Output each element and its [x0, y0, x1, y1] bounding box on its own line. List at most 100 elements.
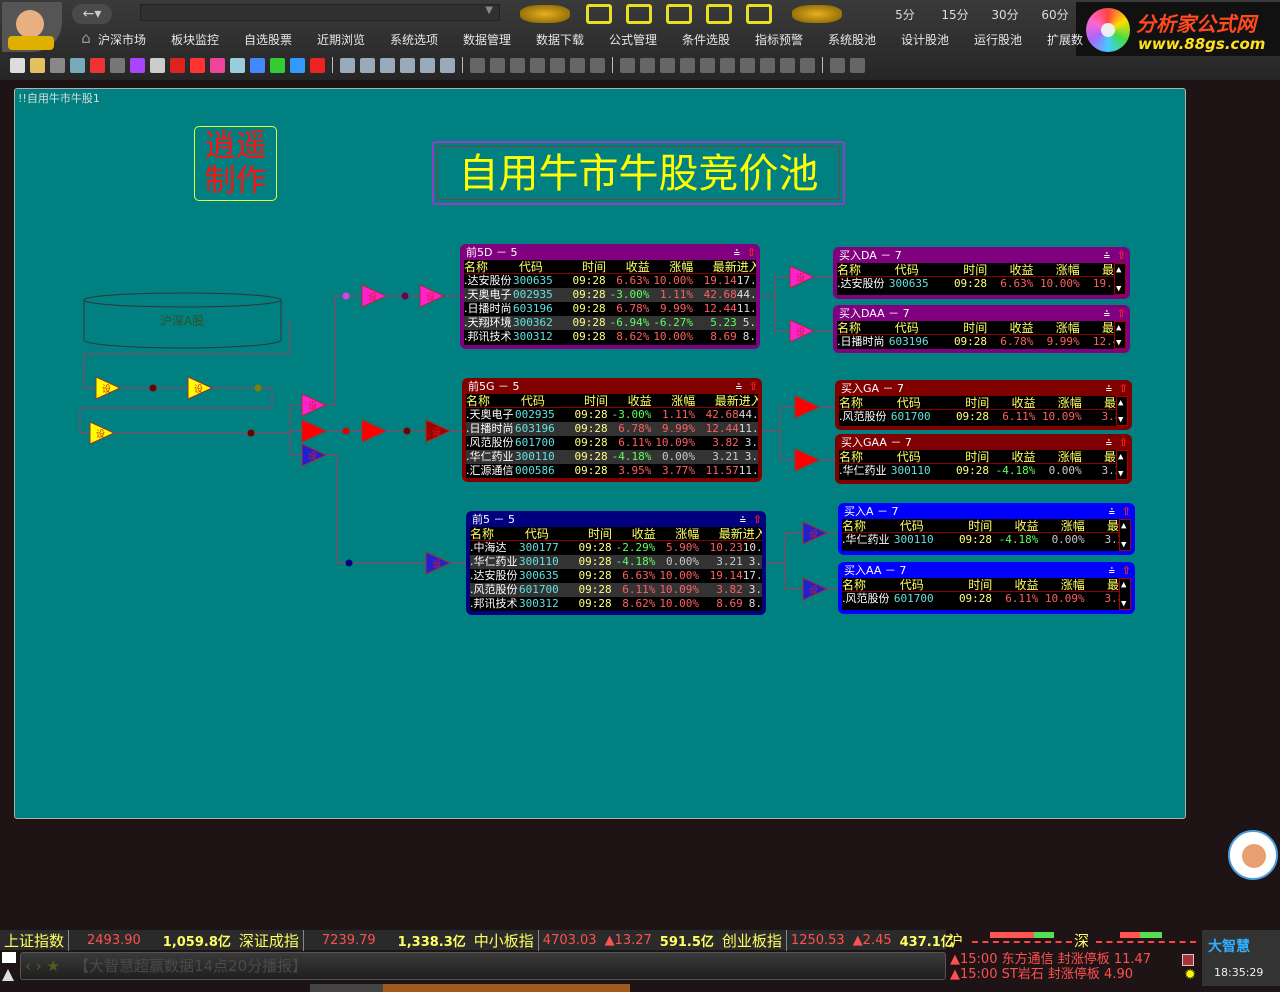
- table-row[interactable]: .风范股份 601700 09:28 6.11% 10.09% 3.82 3.: [466, 436, 758, 450]
- column-header[interactable]: 涨幅: [1036, 450, 1082, 464]
- filter-icon[interactable]: ⩮: [1106, 436, 1112, 450]
- stock-panel[interactable]: 买入GA － 7 ⩮ ⇧名称代码时间收益涨幅最新.风范股份601700 09:28 6.…: [835, 380, 1132, 430]
- column-header[interactable]: 名称: [839, 450, 891, 463]
- column-header[interactable]: 时间: [935, 263, 987, 277]
- column-header[interactable]: 代码: [519, 527, 563, 541]
- table-row[interactable]: .风范股份 601700 09:28 6.11% 10.09% 3.82 3.: [470, 583, 762, 597]
- filter-icon[interactable]: ⩮: [740, 513, 746, 527]
- arrow-up-icon[interactable]: ⇧: [749, 380, 758, 394]
- scroll-down-icon[interactable]: ▼: [1116, 284, 1121, 294]
- scrollbar[interactable]: ▲ ▼: [1119, 578, 1131, 610]
- column-header[interactable]: 涨幅: [650, 260, 693, 274]
- column-header[interactable]: 涨幅: [1036, 396, 1082, 410]
- stock-panel[interactable]: 前5D － 5 ⩮ ⇧ 名称 代码 时间 收益 涨幅 最新 进入 .达安股份 300635 09:28 6…: [460, 244, 760, 349]
- scroll-down-icon[interactable]: ▼: [1121, 540, 1126, 550]
- stock-panel[interactable]: 买入GAA － 7 ⩮ ⇧名称代码时间收益涨幅最新.华仁药业300110 09:28-…: [835, 434, 1132, 484]
- stock-panel[interactable]: 买入DA － 7 ⩮ ⇧名称代码时间收益涨幅最新.达安股份300635 09:28 6.…: [833, 247, 1130, 299]
- column-header[interactable]: 名称: [837, 321, 889, 334]
- stock-panel[interactable]: 前5G － 5 ⩮ ⇧ 名称 代码 时间 收益 涨幅 最新 进入 .天奥电子 002935 09:28-…: [462, 378, 762, 482]
- column-header[interactable]: 涨幅: [656, 527, 699, 541]
- table-row[interactable]: .华仁药业 300110 09:28 -4.18% 0.00% 3.21: [842, 533, 1131, 547]
- table-row[interactable]: .风范股份 601700 09:28 6.11% 10.09% 3.82: [842, 592, 1131, 606]
- column-header[interactable]: 涨幅: [1039, 519, 1085, 533]
- filter-icon[interactable]: ⩮: [1106, 382, 1112, 396]
- filter-icon[interactable]: ⩮: [1109, 564, 1115, 578]
- arrow-up-icon[interactable]: ⇧: [1122, 505, 1131, 519]
- table-row[interactable]: .华仁药业 300110 09:28 -4.18% 0.00% 3.21 3.: [466, 450, 758, 464]
- table-row[interactable]: .天翔环境 300362 09:28 -6.94% -6.27% 5.23 5.: [464, 316, 756, 330]
- arrow-up-icon[interactable]: ⇧: [747, 246, 756, 260]
- assistant-mascot[interactable]: [1228, 830, 1278, 880]
- column-header[interactable]: 时间: [937, 450, 989, 464]
- column-header[interactable]: 最新: [693, 260, 737, 274]
- table-row[interactable]: .中海达 300177 09:28 -2.29% 5.90% 10.23 10.: [470, 541, 762, 555]
- column-header[interactable]: 名称: [842, 578, 894, 591]
- arrow-up-icon[interactable]: ⇧: [1122, 564, 1131, 578]
- scroll-up-icon[interactable]: ▲: [1121, 580, 1126, 590]
- calculator-icon[interactable]: [1182, 954, 1194, 966]
- stock-panel[interactable]: 前5 － 5 ⩮ ⇧ 名称 代码 时间 收益 涨幅 最新 进入 .中海达 300177 09:28 -2.…: [466, 511, 766, 615]
- column-header[interactable]: 时间: [563, 527, 612, 541]
- scrollbar[interactable]: ▲ ▼: [1119, 519, 1131, 551]
- arrow-up-icon[interactable]: ⇧: [1117, 307, 1126, 321]
- filter-node-icon[interactable]: [794, 395, 821, 419]
- alert-item[interactable]: ▲15:00 东方通信 封涨停板 11.47: [950, 952, 1200, 967]
- table-row[interactable]: .风范股份 601700 09:28 6.11% 10.09% 3.82: [839, 410, 1128, 424]
- filter-icon[interactable]: ⩮: [736, 380, 742, 394]
- alarm-icon[interactable]: [2, 969, 14, 981]
- table-row[interactable]: .日播时尚 603196 09:28 6.78% 9.99% 12.44 11.: [464, 302, 756, 316]
- column-header[interactable]: 代码: [515, 394, 559, 408]
- column-header[interactable]: 进入: [739, 394, 758, 407]
- scroll-down-icon[interactable]: ▼: [1118, 415, 1123, 425]
- column-header[interactable]: 进入: [737, 260, 756, 273]
- column-header[interactable]: 收益: [606, 260, 650, 274]
- scroll-up-icon[interactable]: ▲: [1116, 323, 1121, 333]
- scroll-down-icon[interactable]: ▼: [1116, 338, 1121, 348]
- arrow-up-icon[interactable]: ⇧: [1119, 382, 1128, 396]
- arrow-up-icon[interactable]: ⇧: [753, 513, 762, 527]
- gear-icon[interactable]: ✹: [1184, 968, 1196, 983]
- table-row[interactable]: .天奥电子 002935 09:28 -3.00% 1.11% 42.68 44.: [464, 288, 756, 302]
- filter-node-icon[interactable]: [361, 419, 388, 443]
- column-header[interactable]: 最新: [695, 394, 739, 408]
- filter-icon[interactable]: ⩮: [1104, 307, 1110, 321]
- index-name[interactable]: 创业板指: [718, 929, 787, 951]
- scroll-up-icon[interactable]: ▲: [1118, 398, 1123, 408]
- column-header[interactable]: 代码: [891, 450, 938, 464]
- column-header[interactable]: 时间: [940, 519, 992, 533]
- column-header[interactable]: 时间: [937, 396, 989, 410]
- arrow-up-icon[interactable]: ⇧: [1117, 249, 1126, 263]
- column-header[interactable]: 收益: [992, 578, 1039, 592]
- column-header[interactable]: 收益: [989, 450, 1036, 464]
- table-row[interactable]: .达安股份 300635 09:28 6.63% 10.00% 19.14 17.: [470, 569, 762, 583]
- column-header[interactable]: 名称: [470, 527, 519, 540]
- column-header[interactable]: 名称: [464, 260, 513, 273]
- alert-item[interactable]: ▲15:00 ST岩石 封涨停板 4.90: [950, 967, 1200, 982]
- filter-node-icon[interactable]: [794, 448, 821, 472]
- column-header[interactable]: 时间: [559, 394, 608, 408]
- column-header[interactable]: 收益: [987, 263, 1034, 277]
- index-name[interactable]: 上证指数: [0, 929, 70, 951]
- table-row[interactable]: .日播时尚 603196 09:28 6.78% 9.99% 12.44 11.: [466, 422, 758, 436]
- index-name[interactable]: 深证成指: [235, 929, 304, 951]
- column-header[interactable]: 最新: [699, 527, 743, 541]
- filter-icon[interactable]: ⩮: [1109, 505, 1115, 519]
- stock-panel[interactable]: 买入DAA － 7 ⩮ ⇧名称代码时间收益涨幅最新.日播时尚603196 09:28 6…: [833, 305, 1130, 353]
- column-header[interactable]: 收益: [987, 321, 1034, 335]
- column-header[interactable]: 代码: [891, 396, 938, 410]
- scroll-up-icon[interactable]: ▲: [1116, 265, 1121, 275]
- column-header[interactable]: 代码: [894, 519, 941, 533]
- filter-icon[interactable]: ⩮: [1104, 249, 1110, 263]
- scrollbar[interactable]: ▲ ▼: [1114, 321, 1126, 349]
- column-header[interactable]: 收益: [608, 394, 652, 408]
- column-header[interactable]: 时间: [940, 578, 992, 592]
- column-header[interactable]: 进入: [743, 527, 762, 540]
- stock-panel[interactable]: 买入AA － 7 ⩮ ⇧名称代码时间收益涨幅最新.风范股份601700 09:28 6.…: [838, 562, 1135, 614]
- scrollbar[interactable]: ▲ ▼: [1116, 450, 1128, 480]
- news-ticker[interactable]: ‹ › ★ 【大智慧超赢数据14点20分播报】: [20, 952, 946, 980]
- column-header[interactable]: 名称: [842, 519, 894, 532]
- table-row[interactable]: .华仁药业 300110 09:28 -4.18% 0.00% 3.21: [839, 464, 1128, 478]
- column-header[interactable]: 涨幅: [1034, 263, 1080, 277]
- column-header[interactable]: 收益: [989, 396, 1036, 410]
- column-header[interactable]: 涨幅: [652, 394, 695, 408]
